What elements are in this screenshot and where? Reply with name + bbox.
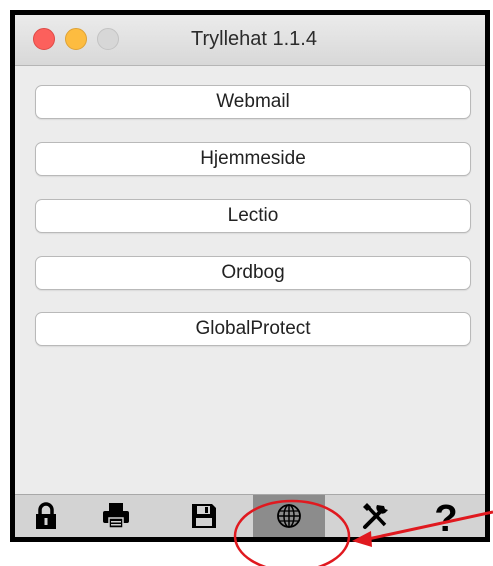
- globe-button[interactable]: [253, 495, 325, 537]
- save-button[interactable]: [173, 495, 235, 537]
- title-bar: Tryllehat 1.1.4: [15, 15, 485, 66]
- globalprotect-button[interactable]: GlobalProtect: [35, 312, 471, 346]
- webmail-button[interactable]: Webmail: [35, 85, 471, 119]
- app-window: Tryllehat 1.1.4 Webmail Hjemmeside Lecti…: [10, 10, 490, 542]
- window-title: Tryllehat 1.1.4: [191, 28, 317, 50]
- button-list: Webmail Hjemmeside Lectio Ordbog GlobalP…: [15, 66, 485, 495]
- help-button[interactable]: ?: [415, 495, 477, 537]
- print-button[interactable]: [85, 495, 147, 537]
- hjemmeside-button[interactable]: Hjemmeside: [35, 142, 471, 176]
- lectio-button[interactable]: Lectio: [35, 199, 471, 233]
- lock-icon: [36, 502, 56, 529]
- tools-button[interactable]: [345, 495, 407, 537]
- ordbog-button[interactable]: Ordbog: [35, 256, 471, 290]
- tools-icon: [363, 503, 388, 529]
- printer-icon: [103, 503, 129, 529]
- save-icon: [192, 504, 216, 528]
- help-icon: ?: [434, 498, 458, 540]
- bottom-toolbar: ?: [15, 494, 485, 537]
- lock-button[interactable]: [15, 495, 77, 537]
- globe-icon: [277, 504, 301, 528]
